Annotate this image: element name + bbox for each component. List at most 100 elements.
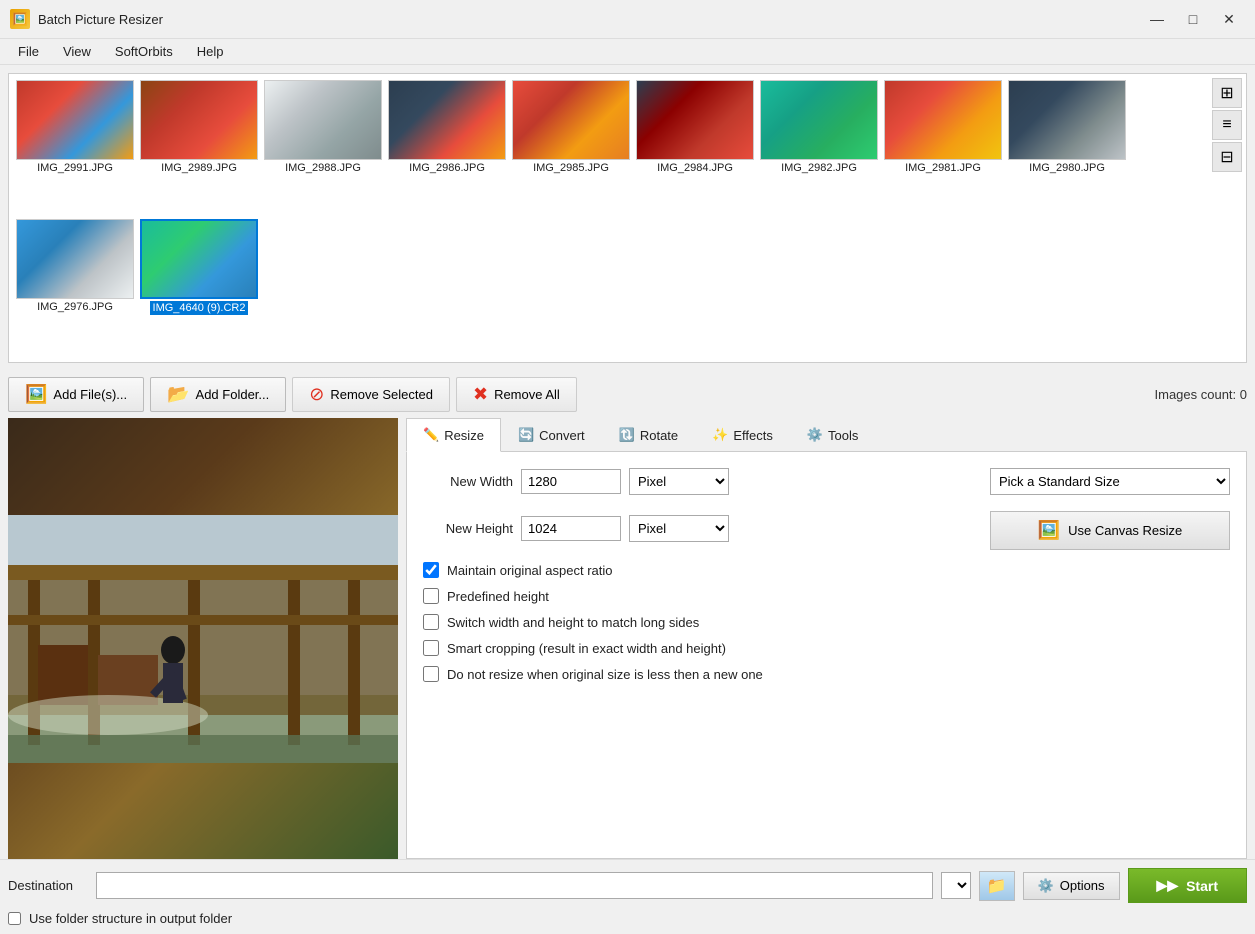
convert-tab-icon: 🔄 [518,427,534,443]
gallery-label: IMG_2985.JPG [533,162,609,174]
view-small-grid-button[interactable]: ⊟ [1212,142,1242,172]
width-label: New Width [423,474,513,489]
destination-input[interactable] [96,872,933,899]
switch-width-height-checkbox[interactable] [423,614,439,630]
gallery-item[interactable]: IMG_2988.JPG [263,80,383,215]
smart-cropping-row: Smart cropping (result in exact width an… [423,640,1230,656]
tab-effects[interactable]: ✨ Effects [695,418,790,451]
predefined-height-checkbox[interactable] [423,588,439,604]
no-resize-smaller-row: Do not resize when original size is less… [423,666,1230,682]
no-resize-smaller-label: Do not resize when original size is less… [447,667,763,682]
gallery-label: IMG_2989.JPG [161,162,237,174]
remove-selected-button[interactable]: ⊘ Remove Selected [292,377,450,412]
maintain-aspect-checkbox[interactable] [423,562,439,578]
folder-structure-checkbox[interactable] [8,912,21,925]
title-bar-title: Batch Picture Resizer [38,12,163,27]
thumbnail-image [140,80,258,160]
tab-convert[interactable]: 🔄 Convert [501,418,602,451]
images-count: Images count: 0 [1155,387,1248,402]
browse-destination-button[interactable]: 📁 [979,871,1015,901]
main-content: IMG_2991.JPG IMG_2989.JPG IMG_2988.JPG IMG_… [0,65,1255,934]
width-unit-select[interactable]: Pixel Percent Inch Cm [629,468,729,495]
gallery-label: IMG_2980.JPG [1029,162,1105,174]
thumbnail-image [512,80,630,160]
view-list-button[interactable]: ≡ [1212,110,1242,140]
preview-image [8,418,398,859]
tabs: ✏️ Resize 🔄 Convert 🔃 Rotate ✨ Effects ⚙… [406,418,1247,452]
standard-size-select[interactable]: Pick a Standard Size [990,468,1230,495]
gallery-item[interactable]: IMG_2991.JPG [15,80,135,215]
thumbnail-image [1008,80,1126,160]
gallery-item[interactable]: IMG_2984.JPG [635,80,755,215]
gallery-label: IMG_2986.JPG [409,162,485,174]
gallery-item[interactable]: IMG_2980.JPG [1007,80,1127,215]
remove-all-button[interactable]: ✖ Remove All [456,377,577,412]
remove-all-icon: ✖ [473,384,488,405]
height-input[interactable] [521,516,621,541]
close-button[interactable]: ✕ [1213,6,1245,32]
gallery-item[interactable]: IMG_2976.JPG [15,219,135,356]
add-folder-icon: 📂 [167,384,189,405]
gallery-item[interactable]: IMG_2985.JPG [511,80,631,215]
convert-tab-label: Convert [539,428,585,443]
thumbnail-image [760,80,878,160]
no-resize-smaller-checkbox[interactable] [423,666,439,682]
tab-rotate[interactable]: 🔃 Rotate [602,418,696,451]
thumbnail-image [264,80,382,160]
height-unit-select[interactable]: Pixel Percent Inch Cm [629,515,729,542]
title-bar: 🖼️ Batch Picture Resizer — □ ✕ [0,0,1255,39]
predefined-height-row: Predefined height [423,588,1230,604]
thumbnail-image [884,80,1002,160]
destination-dropdown[interactable] [941,872,971,899]
menu-file[interactable]: File [8,41,49,62]
add-files-button[interactable]: 🖼️ Add File(s)... [8,377,144,412]
width-input[interactable] [521,469,621,494]
rotate-tab-label: Rotate [640,428,678,443]
gallery-item[interactable]: IMG_2989.JPG [139,80,259,215]
thumbnail-image [636,80,754,160]
thumbnail-image [16,219,134,299]
preview-area [8,418,398,859]
start-button[interactable]: ▶▶ Start [1128,868,1247,903]
gallery-label: IMG_2988.JPG [285,162,361,174]
effects-tab-label: Effects [733,428,773,443]
view-large-grid-button[interactable]: ⊞ [1212,78,1242,108]
gallery-label: IMG_2984.JPG [657,162,733,174]
tab-tools[interactable]: ⚙️ Tools [790,418,876,451]
app-icon: 🖼️ [10,9,30,29]
gallery-item[interactable]: IMG_2981.JPG [883,80,1003,215]
add-folder-button[interactable]: 📂 Add Folder... [150,377,286,412]
options-icon: ⚙️ [1038,878,1054,894]
tools-tab-label: Tools [828,428,858,443]
canvas-resize-icon: 🖼️ [1038,520,1060,541]
gallery-item[interactable]: IMG_2982.JPG [759,80,879,215]
gallery-item[interactable]: IMG_2986.JPG [387,80,507,215]
switch-width-height-row: Switch width and height to match long si… [423,614,1230,630]
maximize-button[interactable]: □ [1177,6,1209,32]
browse-icon: 📁 [987,876,1007,896]
folder-structure-label: Use folder structure in output folder [29,911,232,926]
predefined-height-label: Predefined height [447,589,549,604]
thumbnail-image [388,80,506,160]
menu-help[interactable]: Help [187,41,234,62]
gallery-item[interactable]: IMG_4640 (9).CR2 [139,219,259,356]
thumbnail-image [140,219,258,299]
smart-cropping-checkbox[interactable] [423,640,439,656]
options-button[interactable]: ⚙️ Options [1023,872,1120,900]
menu-view[interactable]: View [53,41,101,62]
menu-softorbits[interactable]: SoftOrbits [105,41,183,62]
switch-width-height-label: Switch width and height to match long si… [447,615,699,630]
lower-section: ✏️ Resize 🔄 Convert 🔃 Rotate ✨ Effects ⚙… [0,418,1255,859]
bottom-bar: Destination 📁 ⚙️ Options ▶▶ Start Use fo… [0,859,1255,934]
minimize-button[interactable]: — [1141,6,1173,32]
right-panel: ✏️ Resize 🔄 Convert 🔃 Rotate ✨ Effects ⚙… [406,418,1247,859]
height-row: New Height Pixel Percent Inch Cm 🖼️ Use … [423,507,1230,550]
remove-selected-icon: ⊘ [309,384,324,405]
tab-resize[interactable]: ✏️ Resize [406,418,501,452]
gallery-label: IMG_4640 (9).CR2 [150,301,249,315]
maintain-aspect-label: Maintain original aspect ratio [447,563,612,578]
destination-row: Destination 📁 ⚙️ Options ▶▶ Start [8,868,1247,903]
gallery-label: IMG_2991.JPG [37,162,113,174]
canvas-resize-button[interactable]: 🖼️ Use Canvas Resize [990,511,1230,550]
folder-structure-row: Use folder structure in output folder [8,911,1247,926]
